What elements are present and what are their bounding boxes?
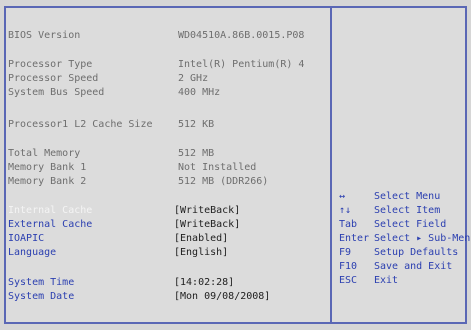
external-cache-field[interactable]: [WriteBack] bbox=[174, 219, 240, 231]
help-key-item: ↑↓ bbox=[339, 205, 352, 216]
internal-cache-label[interactable]: Internal Cache bbox=[8, 205, 92, 217]
l2-cache-label: Processor1 L2 Cache Size bbox=[8, 119, 153, 130]
bus-speed-label: System Bus Speed bbox=[8, 87, 105, 98]
help-key-defaults: F9 bbox=[339, 247, 352, 258]
help-key-field: Tab bbox=[339, 219, 358, 230]
language-field[interactable]: [English] bbox=[174, 247, 228, 259]
help-desc-submenu: Select ▸ Sub-Menu bbox=[374, 233, 471, 244]
help-key-save: F10 bbox=[339, 261, 358, 272]
memory-bank-1-value: Not Installed bbox=[178, 162, 257, 173]
processor-speed-label: Processor Speed bbox=[8, 73, 99, 84]
processor-type-label: Processor Type bbox=[8, 59, 93, 70]
total-memory-value: 512 MB bbox=[178, 148, 215, 159]
ioapic-label[interactable]: IOAPIC bbox=[8, 233, 44, 245]
panel-divider bbox=[330, 6, 332, 324]
memory-bank-2-label: Memory Bank 2 bbox=[8, 176, 87, 187]
internal-cache-field[interactable]: [WriteBack] bbox=[174, 205, 240, 217]
help-desc-save: Save and Exit bbox=[374, 261, 453, 272]
help-desc-item: Select Item bbox=[374, 205, 441, 216]
help-desc-field: Select Field bbox=[374, 219, 447, 230]
help-desc-menu: Select Menu bbox=[374, 191, 441, 202]
l2-cache-value: 512 KB bbox=[178, 119, 215, 130]
processor-speed-value: 2 GHz bbox=[178, 73, 209, 84]
external-cache-label[interactable]: External Cache bbox=[8, 219, 92, 231]
system-date-label[interactable]: System Date bbox=[8, 291, 74, 303]
system-time-label[interactable]: System Time bbox=[8, 277, 74, 289]
bios-version-label: BIOS Version bbox=[8, 30, 81, 41]
bus-speed-value: 400 MHz bbox=[178, 87, 221, 98]
help-key-menu: ↔ bbox=[339, 191, 346, 202]
processor-type-value: Intel(R) Pentium(R) 4 bbox=[178, 59, 305, 70]
help-key-exit: ESC bbox=[339, 275, 358, 286]
help-key-submenu: Enter bbox=[339, 233, 370, 244]
help-desc-exit: Exit bbox=[374, 275, 399, 286]
help-desc-defaults: Setup Defaults bbox=[374, 247, 459, 258]
ioapic-field[interactable]: [Enabled] bbox=[174, 233, 228, 245]
memory-bank-1-label: Memory Bank 1 bbox=[8, 162, 87, 173]
total-memory-label: Total Memory bbox=[8, 148, 81, 159]
language-label[interactable]: Language bbox=[8, 247, 56, 259]
system-date-field[interactable]: [Mon 09/08/2008] bbox=[174, 291, 270, 303]
system-time-field[interactable]: [14:02:28] bbox=[174, 277, 234, 289]
bios-version-value: WD04510A.86B.0015.P08 bbox=[178, 30, 305, 41]
memory-bank-2-value: 512 MB (DDR266) bbox=[178, 176, 269, 187]
